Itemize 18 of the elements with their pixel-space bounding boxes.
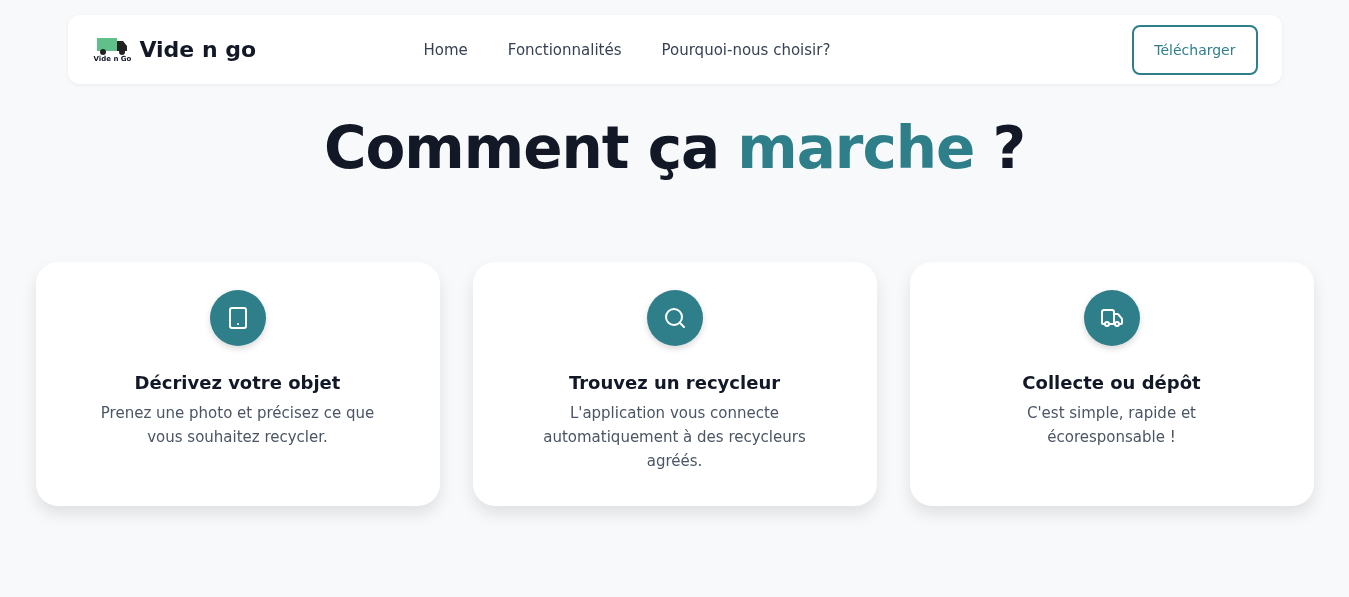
heading-text: marche <box>737 114 975 182</box>
card-title: Collecte ou dépôt <box>1022 372 1201 393</box>
search-icon <box>646 290 703 346</box>
card-text: L'application vous connecte automatiquement à des recycleurs agréés. <box>542 403 807 472</box>
download-button[interactable]: Télécharger <box>1132 24 1258 75</box>
nav-link[interactable]: Pourquoi-nous choisir? <box>661 40 831 59</box>
card-title: Trouvez un recycleur <box>568 372 781 393</box>
heading-text: ? <box>992 114 1026 182</box>
heading-text: Comment ça <box>323 114 720 182</box>
brand-name: Vide n go <box>139 37 257 62</box>
truck-icon <box>1083 290 1140 346</box>
truck-logo-icon <box>95 36 130 56</box>
card-text: C'est simple, rapide et écoresponsable ! <box>1026 403 1197 448</box>
nav-link[interactable]: Home <box>423 40 468 59</box>
tablet-icon <box>209 290 266 346</box>
card-title: Décrivez votre objet <box>134 372 341 393</box>
card-text: Prenez une photo et précisez ce que vous souhaitez recycler. <box>99 403 376 448</box>
nav-link[interactable]: Fonctionnalités <box>507 40 622 59</box>
